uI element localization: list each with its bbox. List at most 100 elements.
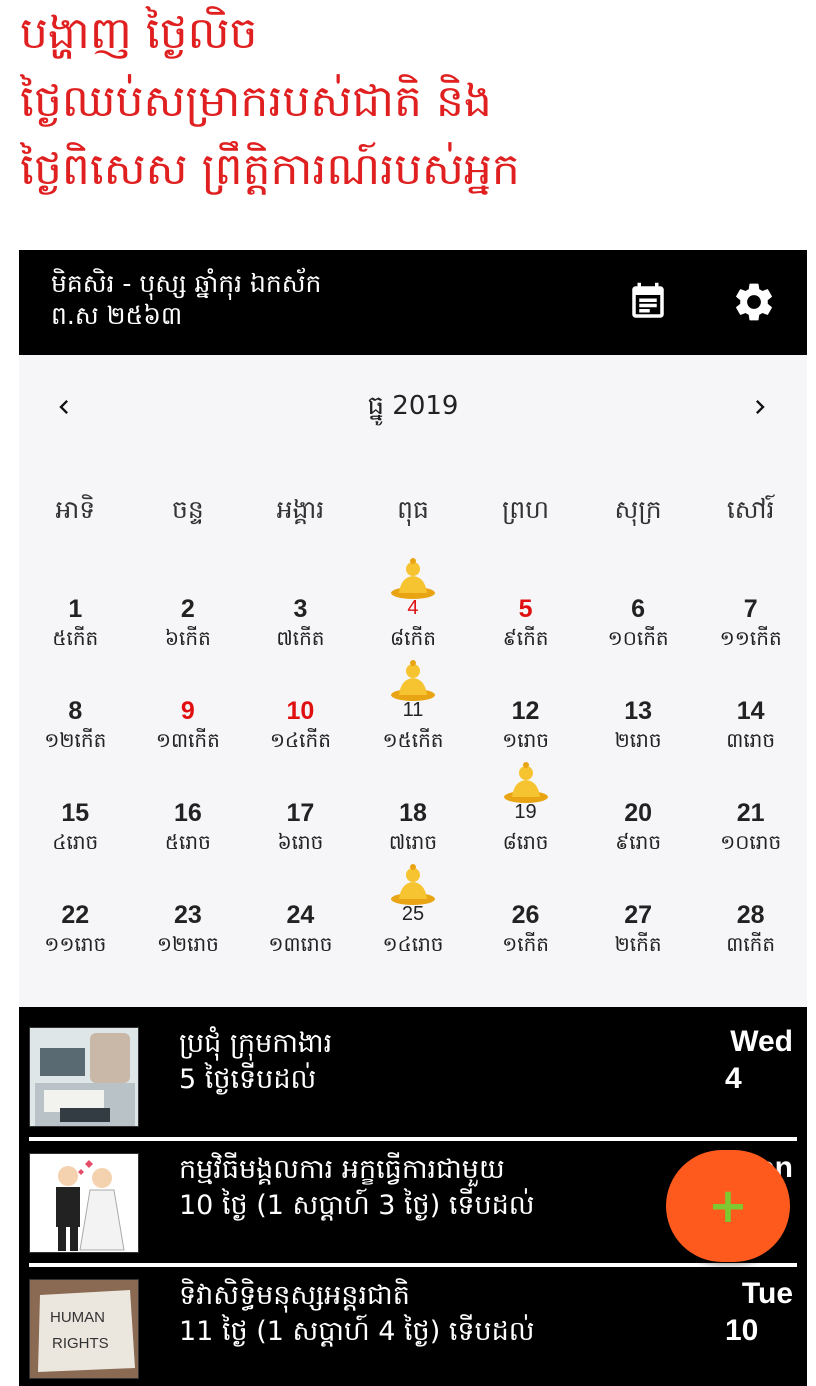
- add-event-button[interactable]: +: [666, 1150, 790, 1262]
- day-number: 15: [61, 799, 90, 827]
- day-number: 12: [511, 697, 540, 725]
- day-cell[interactable]: 20 ៩រោច: [582, 759, 695, 861]
- day-cell[interactable]: 4 ៨កើត: [357, 555, 470, 657]
- meeting-photo: [30, 1028, 138, 1126]
- lunar-day: ១២កើត: [44, 728, 107, 752]
- day-number: 18: [399, 799, 427, 827]
- next-month-button[interactable]: [735, 385, 785, 429]
- day-cell[interactable]: 19 ៨រោច: [469, 759, 582, 861]
- day-cell[interactable]: 26 ១កើត: [469, 861, 582, 963]
- day-number: 16: [173, 799, 202, 827]
- day-cell[interactable]: 6 ១០កើត: [582, 555, 695, 657]
- day-cell[interactable]: 24 ១៣រោច: [244, 861, 357, 963]
- event-item[interactable]: HUMAN RIGHTS ទិវាសិទ្ធិមនុស្សអន្តរជាតិ 1…: [19, 1259, 807, 1379]
- lunar-date: មិគសិរ - បុស្ស ឆ្នាំកុរ ឯកស័ក ព.ស ២៥៦៣: [51, 268, 321, 332]
- promo-line-3: ថ្ងៃពិសេស ព្រឹត្តិការណ៍របស់អ្នក: [20, 144, 520, 195]
- buddha-icon: [390, 864, 435, 905]
- event-thumbnail: [29, 1027, 139, 1127]
- lunar-date-line-1: មិគសិរ - បុស្ស ឆ្នាំកុរ ឯកស័ក: [51, 269, 322, 298]
- promo-line-1: បង្ហាញ ថ្ងៃលិច: [20, 8, 258, 59]
- lunar-day: ៣រោច: [726, 728, 776, 752]
- event-item[interactable]: ប្រជុំ ក្រុមកាងារ 5 ថ្ងៃទើបដល់ Wed 4: [19, 1007, 807, 1127]
- day-cell[interactable]: 16 ៥រោច: [132, 759, 245, 861]
- lunar-day: ៥រោច: [164, 830, 211, 854]
- gear-icon[interactable]: [727, 275, 781, 329]
- day-cell[interactable]: 18 ៧រោច: [357, 759, 470, 861]
- app-bar: មិគសិរ - បុស្ស ឆ្នាំកុរ ឯកស័ក ព.ស ២៥៦៣: [19, 250, 807, 355]
- day-number: 22: [61, 901, 90, 929]
- day-cell[interactable]: 21 ១០រោច: [694, 759, 807, 861]
- svg-text:HUMAN: HUMAN: [50, 1309, 105, 1326]
- lunar-day: ១៥កើត: [382, 728, 444, 752]
- lunar-day: ១០រោច: [720, 830, 782, 854]
- day-cell[interactable]: 28 ៣កើត: [694, 861, 807, 963]
- day-cell[interactable]: 2 ៦កើត: [132, 555, 245, 657]
- event-day: 4: [725, 1062, 742, 1095]
- weekday-tue: អង្គារ: [276, 495, 325, 524]
- buddha-icon: [390, 660, 435, 701]
- day-cell[interactable]: 14 ៣រោច: [694, 657, 807, 759]
- lunar-day: ៧កើត: [276, 626, 325, 650]
- day-number: 25: [401, 903, 425, 925]
- lunar-day: ១រោច: [502, 728, 549, 752]
- day-cell[interactable]: 27 ២កើត: [582, 861, 695, 963]
- day-cell[interactable]: 22 ១១រោច: [19, 861, 132, 963]
- day-number: 13: [624, 697, 652, 725]
- lunar-day: ១១កើត: [719, 626, 782, 650]
- day-cell[interactable]: 5 ៩កើត: [469, 555, 582, 657]
- lunar-day: ៦កើត: [164, 626, 211, 650]
- lunar-day: ១៣កើត: [155, 728, 220, 752]
- day-number: 7: [743, 595, 758, 623]
- day-cell[interactable]: 13 ២រោច: [582, 657, 695, 759]
- day-cell[interactable]: 23 ១២រោច: [132, 861, 245, 963]
- event-title: ប្រជុំ ក្រុមកាងារ: [179, 1028, 333, 1059]
- lunar-day: ១៣រោច: [268, 932, 333, 956]
- event-weekday: Tue: [741, 1277, 793, 1310]
- lunar-date-line-2: ព.ស ២៥៦៣: [51, 301, 183, 330]
- promo-headline: បង្ហាញ ថ្ងៃលិច ថ្ងៃឈប់សម្រាករបស់ជាតិ និង…: [20, 0, 810, 204]
- day-grid: 1 ៥កើត 2 ៦កើត 3 ៧កើត 4 ៨កើត 5 ៩កើត 6 ១០កើត 7 ១១…: [19, 555, 807, 963]
- weekday-header: អាទិ ចន្ទ អង្គារ ពុធ ព្រហ សុក្រ សៅរ៍: [19, 495, 807, 531]
- day-number: 20: [624, 799, 652, 827]
- day-cell[interactable]: 7 ១១កើត: [694, 555, 807, 657]
- day-number: 4: [407, 597, 419, 619]
- day-number: 9: [180, 697, 195, 725]
- day-cell[interactable]: 15 ៤រោច: [19, 759, 132, 861]
- day-number: 28: [736, 901, 765, 929]
- day-number: 8: [68, 697, 83, 725]
- day-cell[interactable]: 11 ១៥កើត: [357, 657, 470, 759]
- day-number: 3: [293, 595, 308, 623]
- event-weekday: Wed: [730, 1025, 793, 1058]
- day-cell[interactable]: 17 ៦រោច: [244, 759, 357, 861]
- human-rights-photo: HUMAN RIGHTS: [30, 1280, 138, 1378]
- day-cell[interactable]: 1 ៥កើត: [19, 555, 132, 657]
- lunar-day: ៤រោច: [52, 830, 99, 854]
- day-cell[interactable]: 12 ១រោច: [469, 657, 582, 759]
- event-title: កម្មវិធីមង្គលការ អក្ខធ្វើការជាមួយ: [179, 1154, 505, 1185]
- weekday-wed: ពុធ: [397, 495, 429, 524]
- day-number: 5: [518, 595, 533, 623]
- week-row: 22 ១១រោច 23 ១២រោច 24 ១៣រោច 25 ១៤រោច 26 ១កើត 2…: [19, 861, 807, 963]
- day-number: 6: [631, 595, 646, 623]
- month-calendar: ធ្នូ 2019 អាទិ ចន្ទ អង្គារ ពុធ ព្រហ សុក្…: [19, 355, 807, 1007]
- lunar-day: ៨កើត: [390, 626, 436, 650]
- lunar-day: ១៤រោច: [382, 932, 444, 956]
- lunar-day: ៣កើត: [726, 932, 776, 956]
- day-number: 26: [511, 901, 540, 929]
- week-row: 15 ៤រោច 16 ៥រោច 17 ៦រោច 18 ៧រោច 19 ៨រោច 20 ៩រោ…: [19, 759, 807, 861]
- event-day: 10: [725, 1314, 759, 1347]
- day-number: 17: [286, 799, 315, 827]
- day-cell[interactable]: 10 ១៤កើត: [244, 657, 357, 759]
- day-cell[interactable]: 9 ១៣កើត: [132, 657, 245, 759]
- wedding-couple-image: [30, 1154, 138, 1252]
- lunar-day: ២រោច: [614, 728, 662, 752]
- weekday-sun: អាទិ: [55, 495, 96, 524]
- day-cell[interactable]: 25 ១៤រោច: [357, 861, 470, 963]
- lunar-day: ១កើត: [502, 932, 549, 956]
- day-cell[interactable]: 8 ១២កើត: [19, 657, 132, 759]
- day-number: 27: [624, 901, 652, 929]
- day-number: 21: [736, 799, 765, 827]
- calendar-icon[interactable]: [621, 275, 675, 329]
- event-thumbnail: [29, 1153, 139, 1253]
- day-cell[interactable]: 3 ៧កើត: [244, 555, 357, 657]
